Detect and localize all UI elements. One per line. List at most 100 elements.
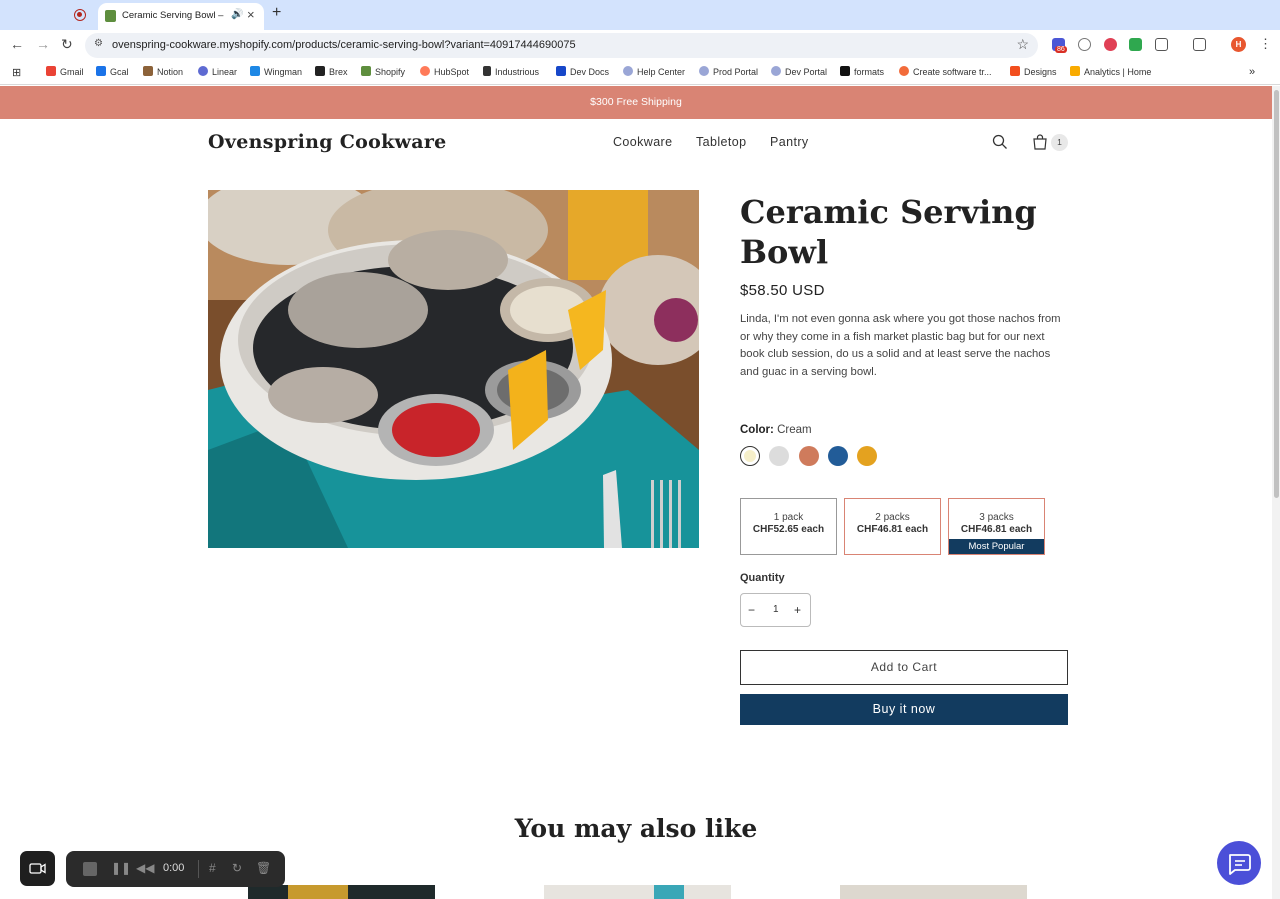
brex-icon: [315, 66, 325, 76]
tab-audio-icon[interactable]: 🔊: [231, 9, 243, 20]
more-bookmarks-icon[interactable]: »: [1249, 66, 1255, 78]
bookmarks-bar: ⊞ Gmail Gcal Notion Linear Wingman Brex …: [0, 60, 1280, 85]
pack-title: 2 packs: [875, 512, 910, 523]
bookmark-dev-portal[interactable]: Dev Portal: [771, 66, 827, 77]
add-to-cart-button[interactable]: Add to Cart: [740, 650, 1068, 685]
address-bar[interactable]: ⚙ ovenspring-cookware.myshopify.com/prod…: [85, 33, 1038, 58]
store-logo[interactable]: Ovenspring Cookware: [208, 131, 447, 153]
reading-list-icon[interactable]: [1193, 38, 1206, 51]
pack-title: 1 pack: [773, 512, 804, 523]
bookmark-notion[interactable]: Notion: [143, 66, 183, 77]
analytics-icon: [1070, 66, 1080, 76]
related-product-image-detail: [288, 885, 348, 899]
related-product-image[interactable]: [248, 885, 435, 899]
bookmark-create-software[interactable]: Create software tr...: [899, 66, 992, 77]
browser-tab-active[interactable]: Ceramic Serving Bowl – O 🔊 ×: [98, 3, 264, 30]
globe-icon: [623, 66, 633, 76]
grid-icon[interactable]: #: [209, 861, 216, 875]
back-icon[interactable]: ←: [10, 36, 24, 52]
bookmark-analytics[interactable]: Analytics | Home: [1070, 66, 1151, 77]
extension-icon[interactable]: [1129, 38, 1142, 51]
extension-icon[interactable]: [1078, 38, 1091, 51]
swatch-gray[interactable]: [769, 446, 789, 466]
browser-menu-icon[interactable]: ⋮: [1259, 36, 1272, 52]
product-description: Linda, I'm not even gonna ask where you …: [740, 313, 1061, 378]
product-photo-drawing: [208, 190, 699, 548]
bookmark-gcal[interactable]: Gcal: [96, 66, 129, 77]
restart-icon[interactable]: ↻: [232, 861, 242, 875]
bookmark-dev-docs[interactable]: Dev Docs: [556, 66, 609, 77]
bookmark-formats[interactable]: formats: [840, 66, 884, 77]
divider: [198, 860, 199, 878]
stop-icon[interactable]: [83, 862, 97, 876]
pause-icon[interactable]: ❚❚: [111, 861, 131, 875]
swatch-terracotta[interactable]: [799, 446, 819, 466]
related-product-image[interactable]: [840, 885, 1027, 899]
forward-icon[interactable]: →: [36, 36, 50, 52]
buy-now-button[interactable]: Buy it now: [740, 694, 1068, 725]
pack-title: 3 packs: [979, 512, 1014, 523]
color-label: Color:: [740, 424, 774, 436]
swatch-cream[interactable]: [740, 446, 760, 466]
bookmark-shopify[interactable]: Shopify: [361, 66, 405, 77]
bookmark-wingman[interactable]: Wingman: [250, 66, 302, 77]
related-product-image-detail: [654, 885, 684, 899]
nav-tabletop[interactable]: Tabletop: [696, 135, 746, 149]
bookmark-hubspot[interactable]: HubSpot: [420, 66, 469, 77]
minus-icon[interactable]: −: [748, 603, 755, 617]
reload-icon[interactable]: ↻: [61, 36, 73, 53]
recorder-camera-button[interactable]: [20, 851, 55, 886]
bookmark-prod-portal[interactable]: Prod Portal: [699, 66, 758, 77]
bookmark-gmail[interactable]: Gmail: [46, 66, 84, 77]
gcal-icon: [96, 66, 106, 76]
pack-option-3[interactable]: 3 packs CHF46.81 each Most Popular: [948, 498, 1045, 555]
trash-icon[interactable]: 🗑: [256, 861, 271, 875]
bookmark-industrious[interactable]: Industrious: [483, 66, 539, 77]
new-tab-button[interactable]: +: [272, 4, 281, 22]
site-settings-icon[interactable]: ⚙: [94, 38, 103, 49]
wingman-icon: [250, 66, 260, 76]
bookmark-linear[interactable]: Linear: [198, 66, 237, 77]
tab-title: Ceramic Serving Bowl – O: [122, 10, 226, 21]
product-image[interactable]: [208, 190, 699, 548]
dev-docs-icon: [556, 66, 566, 76]
nav-pantry[interactable]: Pantry: [770, 135, 809, 149]
create-software-icon: [899, 66, 909, 76]
linear-icon: [198, 66, 208, 76]
plus-icon[interactable]: +: [794, 603, 801, 617]
bookmark-designs[interactable]: Designs: [1010, 66, 1057, 77]
related-product-image[interactable]: [544, 885, 731, 899]
recorder-controls: ❚❚ ◀◀ 0:00 # ↻ 🗑: [66, 851, 285, 887]
chat-bubble-icon: [1229, 854, 1251, 875]
pack-price: CHF46.81 each: [960, 524, 1033, 535]
globe-icon: [771, 66, 781, 76]
gmail-icon: [46, 66, 56, 76]
pack-price: CHF46.81 each: [856, 524, 929, 535]
most-popular-badge: Most Popular: [949, 539, 1044, 554]
industrious-icon: [483, 66, 491, 76]
browser-tab-strip: Ceramic Serving Bowl – O 🔊 × +: [0, 0, 1280, 30]
bookmark-help-center[interactable]: Help Center: [623, 66, 685, 77]
extension-icon[interactable]: [1104, 38, 1117, 51]
pack-option-1[interactable]: 1 pack CHF52.65 each: [740, 498, 837, 555]
swatch-blue[interactable]: [828, 446, 848, 466]
shopify-icon: [361, 66, 371, 76]
quantity-value[interactable]: 1: [773, 604, 779, 615]
chat-widget-button[interactable]: [1217, 841, 1261, 885]
tab-close-icon[interactable]: ×: [247, 7, 255, 22]
profile-avatar[interactable]: H: [1231, 37, 1246, 52]
bookmark-brex[interactable]: Brex: [315, 66, 348, 77]
apps-grid-icon[interactable]: ⊞: [12, 66, 21, 79]
rewind-icon[interactable]: ◀◀: [136, 861, 154, 875]
bookmark-star-icon[interactable]: ☆: [1016, 36, 1029, 53]
announcement-bar: $300 Free Shipping: [0, 86, 1272, 119]
cart-icon[interactable]: [1032, 134, 1048, 150]
page-scrollbar-thumb[interactable]: [1274, 90, 1279, 498]
nav-cookware[interactable]: Cookware: [613, 135, 672, 149]
pack-option-2[interactable]: 2 packs CHF46.81 each: [844, 498, 941, 555]
product-price: $58.50 USD: [740, 282, 825, 299]
swatch-mustard[interactable]: [857, 446, 877, 466]
extensions-puzzle-icon[interactable]: [1155, 38, 1168, 51]
search-icon[interactable]: [992, 134, 1008, 150]
extension-badge: 86: [1055, 46, 1067, 53]
